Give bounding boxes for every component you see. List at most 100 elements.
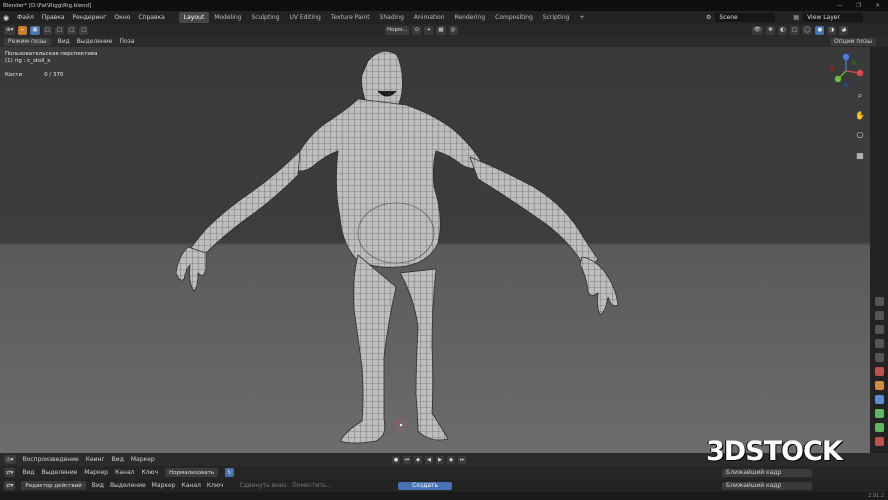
tab-compositing[interactable]: Compositing [490, 12, 538, 23]
view-layer-props-icon[interactable] [874, 339, 884, 348]
overlay-icon[interactable]: ◐ [777, 25, 787, 35]
tab-modeling[interactable]: Modeling [209, 12, 246, 23]
menu-dope-channel[interactable]: Канал [115, 469, 134, 476]
proportional-icon[interactable]: ◎ [448, 25, 458, 35]
normalize-toggle[interactable]: Нормализовать [165, 468, 219, 477]
view-layer-field[interactable]: View Layer [803, 13, 864, 22]
pose-options-dropdown[interactable]: Опции позы [830, 37, 876, 46]
axis-y-icon [834, 75, 842, 83]
tab-shading[interactable]: Shading [375, 12, 409, 23]
menu-marker[interactable]: Маркер [131, 456, 155, 463]
blender-logo-icon[interactable]: ◉ [3, 14, 9, 22]
menu-dope-key[interactable]: Ключ [141, 469, 158, 476]
menu-act-channel[interactable]: Канал [181, 482, 200, 489]
action-editor-type-icon[interactable]: ⇄▾ [4, 481, 16, 490]
scene-props-icon[interactable] [874, 353, 884, 362]
tool-props-icon[interactable] [874, 297, 884, 306]
select-invert-icon[interactable]: ▢ [66, 25, 77, 35]
editor-type-button[interactable]: ⊕▾ [4, 25, 16, 35]
select-intersect-icon[interactable]: ▢ [79, 25, 89, 35]
menu-act-view[interactable]: Вид [92, 482, 104, 489]
next-key-icon[interactable]: ◆ [447, 455, 455, 464]
gizmo-icon[interactable]: ✥ [765, 25, 775, 35]
push-down-button[interactable]: Сдвинуть вниз [240, 482, 287, 489]
pan-hand-icon[interactable]: ✋ [855, 111, 865, 121]
transform-orientation-dropdown[interactable]: Норм... [385, 25, 410, 35]
visibility-icon[interactable]: 👁 [752, 25, 763, 35]
play-reverse-icon[interactable]: ◀ [425, 455, 433, 464]
menu-window[interactable]: Окно [114, 14, 130, 21]
snap-target-icon[interactable]: ▦ [436, 25, 446, 35]
material-props-icon[interactable] [874, 437, 884, 446]
tab-animation[interactable]: Animation [409, 12, 450, 23]
shading-solid-icon[interactable]: ● [815, 25, 825, 35]
mode-dropdown[interactable]: Режим позы [4, 37, 51, 46]
tab-sculpting[interactable]: Sculpting [246, 12, 284, 23]
tab-uv-editing[interactable]: UV Editing [285, 12, 326, 23]
menu-view[interactable]: Вид [58, 38, 70, 45]
data-props-icon[interactable] [874, 409, 884, 418]
tab-rendering[interactable]: Rendering [450, 12, 491, 23]
properties-tab-strip [870, 47, 888, 453]
output-props-icon[interactable] [874, 325, 884, 334]
refresh-icon[interactable]: ↻ [225, 468, 235, 477]
playback-controls: ● ⏮ ◆ ◀ ▶ ◆ ⏭ [392, 455, 466, 464]
add-workspace-button[interactable]: + [574, 12, 589, 23]
minimize-icon[interactable]: — [837, 3, 843, 9]
active-object-label: (1) rig : c_stoll_x [5, 58, 51, 64]
menu-pose[interactable]: Поза [119, 38, 134, 45]
dopesheet-editor-type-icon[interactable]: ⇄▾ [4, 468, 16, 477]
shading-material-icon[interactable]: ◑ [827, 25, 837, 35]
select-box-icon[interactable]: ▣ [30, 25, 40, 35]
jump-end-icon[interactable]: ⏭ [458, 455, 466, 464]
tab-scripting[interactable]: Scripting [538, 12, 575, 23]
record-icon[interactable]: ● [392, 455, 400, 464]
dope-interp-dropdown[interactable]: Ближайший кадр [722, 468, 812, 477]
menu-select[interactable]: Выделение [77, 38, 113, 45]
menu-dope-view[interactable]: Вид [22, 469, 34, 476]
jump-start-icon[interactable]: ⏮ [403, 455, 411, 464]
world-props-icon[interactable] [874, 367, 884, 376]
act-interp-dropdown[interactable]: Ближайший кадр [722, 481, 812, 490]
scene-field[interactable]: Scene [715, 13, 776, 22]
menu-timeline-view[interactable]: Вид [112, 456, 124, 463]
maximize-icon[interactable]: ❐ [856, 3, 861, 9]
shading-render-icon[interactable]: ◕ [839, 25, 849, 35]
menu-act-select[interactable]: Выделение [110, 482, 146, 489]
menu-render[interactable]: Рендеринг [73, 14, 107, 21]
pivot-icon[interactable]: ⊙ [412, 25, 422, 35]
close-icon[interactable]: ✕ [875, 3, 880, 9]
xray-icon[interactable]: ▢ [789, 25, 800, 35]
menu-keying[interactable]: Кеинг [86, 456, 105, 463]
select-subtract-icon[interactable]: ▢ [54, 25, 64, 35]
stash-button[interactable]: Поместить... [292, 482, 332, 489]
play-icon[interactable]: ▶ [436, 455, 444, 464]
shading-wire-icon[interactable]: ◯ [802, 25, 813, 35]
select-tool-icon[interactable]: ▸ [18, 25, 28, 35]
3d-viewport[interactable]: Пользовательская перспектива (1) rig : c… [0, 47, 870, 453]
tab-texture-paint[interactable]: Texture Paint [326, 12, 375, 23]
menu-dope-marker[interactable]: Маркер [84, 469, 108, 476]
camera-icon[interactable]: ⎔ [855, 131, 865, 141]
navigation-gizmo[interactable] [826, 51, 866, 91]
menu-act-key[interactable]: Ключ [207, 482, 224, 489]
prev-key-icon[interactable]: ◆ [414, 455, 422, 464]
menu-act-marker[interactable]: Маркер [152, 482, 176, 489]
menu-dope-select[interactable]: Выделение [42, 469, 78, 476]
bone-props-icon[interactable] [874, 423, 884, 432]
timeline-editor-type-icon[interactable]: ◷▾ [4, 455, 16, 464]
modifier-props-icon[interactable] [874, 395, 884, 404]
zoom-icon[interactable]: ⌕ [855, 91, 865, 101]
object-props-icon[interactable] [874, 381, 884, 390]
grid-icon[interactable]: ▦ [855, 151, 865, 161]
tab-layout[interactable]: Layout [178, 12, 210, 23]
select-extend-icon[interactable]: ▢ [42, 25, 52, 35]
menu-playback[interactable]: Воспроизведение [23, 456, 79, 463]
menu-edit[interactable]: Правка [42, 14, 65, 21]
new-action-button[interactable]: Создать [398, 481, 453, 490]
menu-file[interactable]: Файл [17, 14, 34, 21]
render-props-icon[interactable] [874, 311, 884, 320]
snap-icon[interactable]: ⌖ [424, 25, 434, 35]
action-editor-mode-dropdown[interactable]: Редактор действий [21, 481, 86, 490]
menu-help[interactable]: Справка [138, 14, 164, 21]
